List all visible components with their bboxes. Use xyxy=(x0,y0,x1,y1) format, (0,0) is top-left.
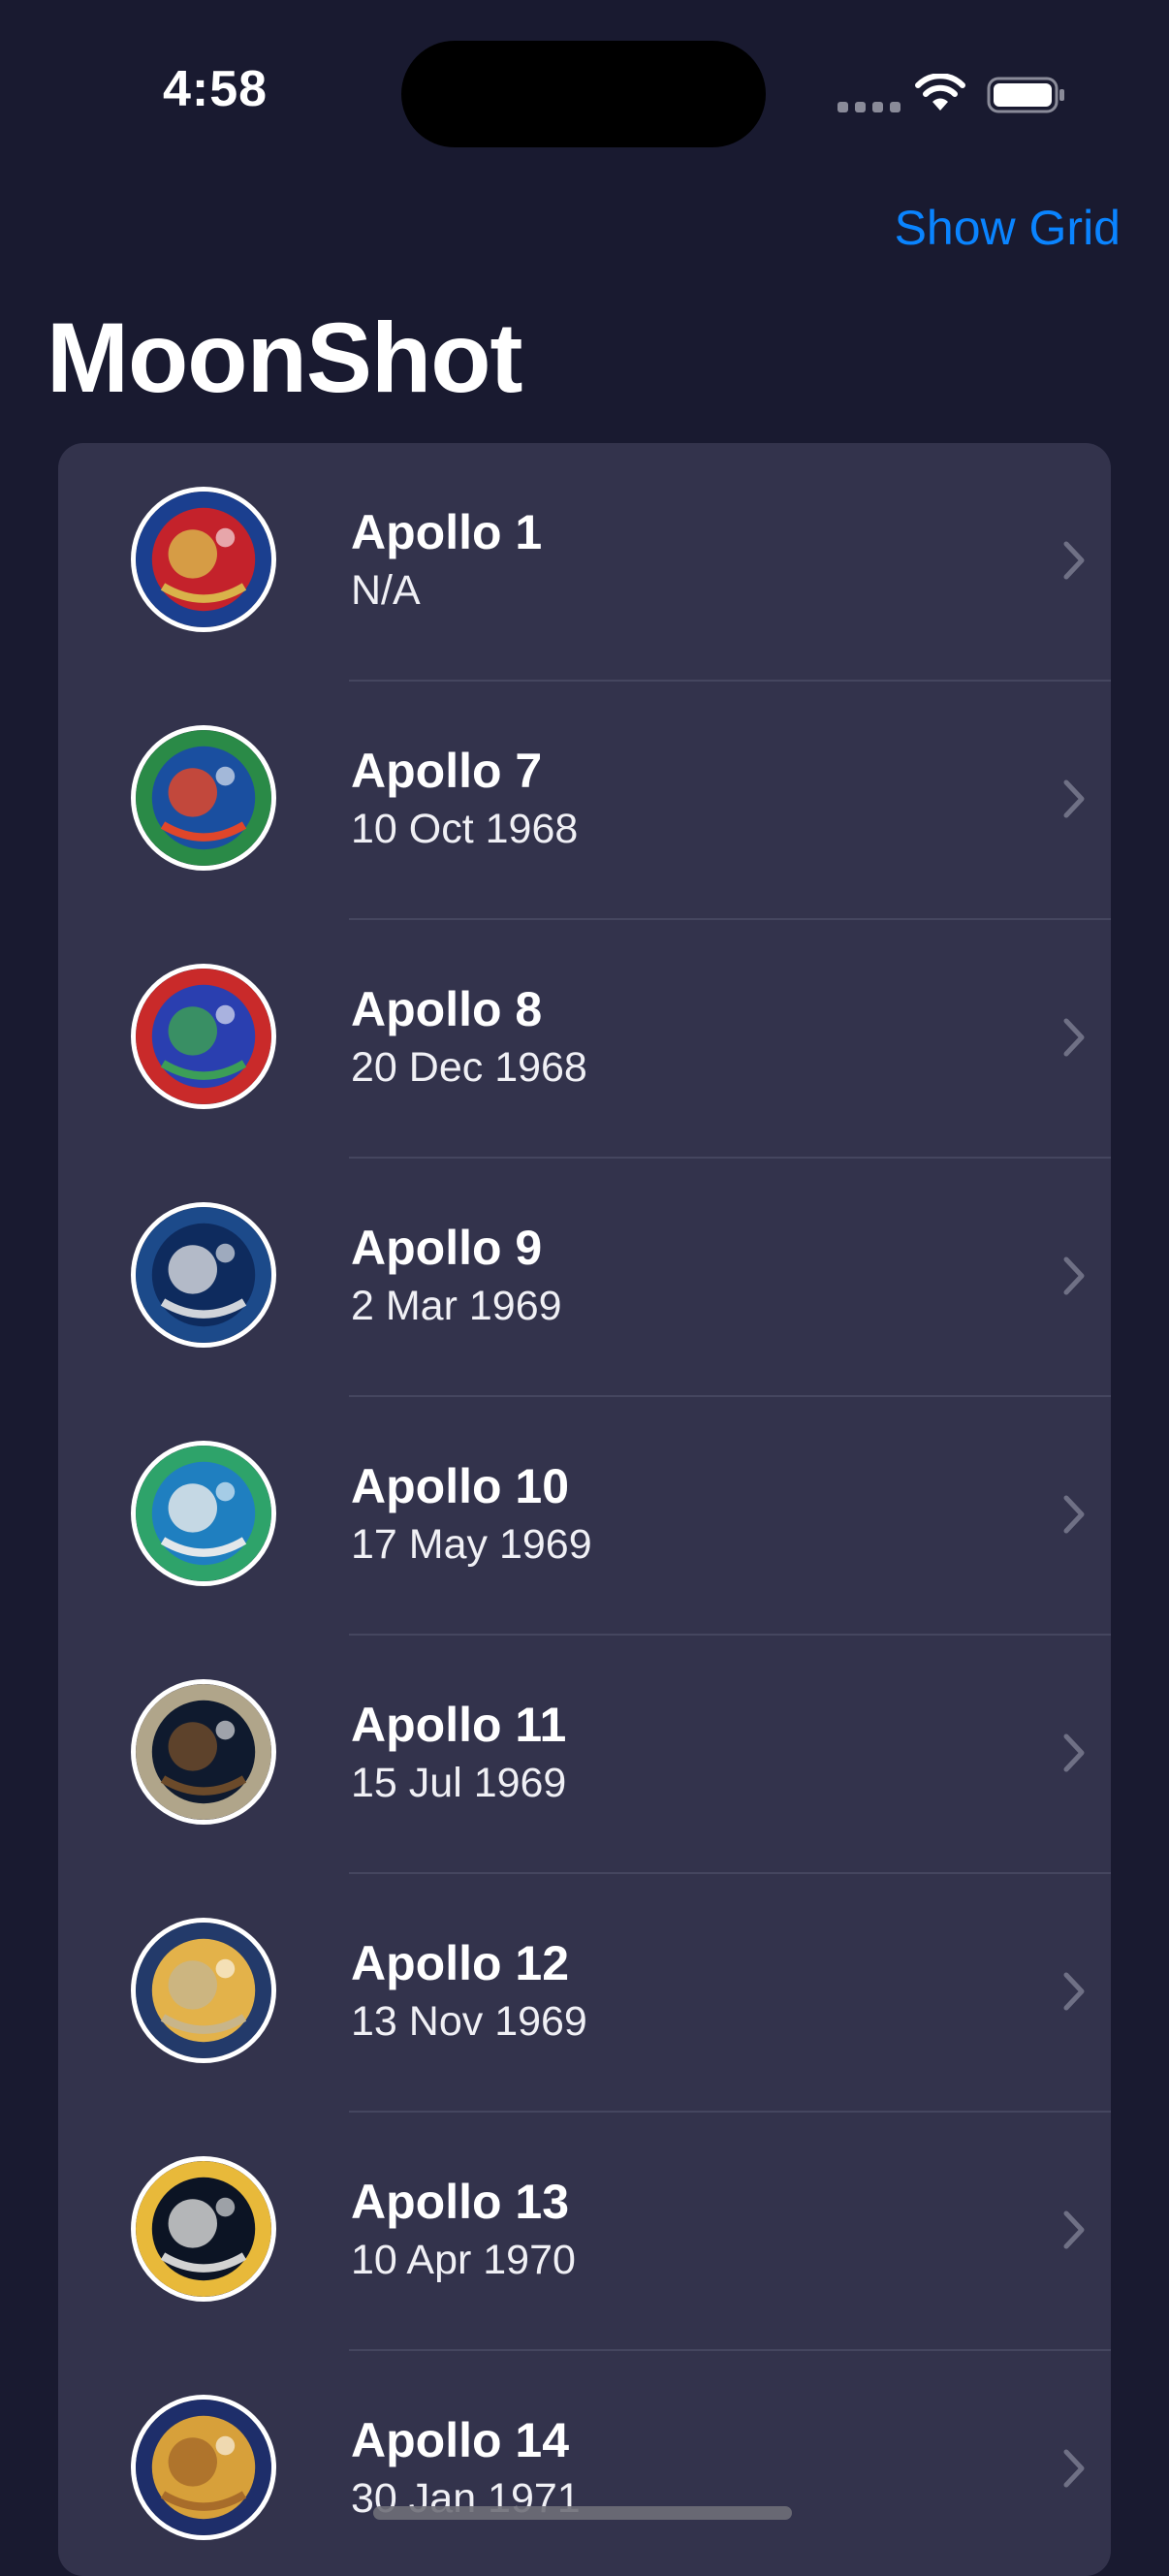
chevron-right-icon xyxy=(1063,2210,1085,2249)
chevron-right-icon xyxy=(1063,1972,1085,2011)
chevron-right-icon xyxy=(1063,541,1085,580)
mission-row[interactable]: Apollo 1 N/A xyxy=(58,443,1111,682)
chevron-right-icon xyxy=(1063,779,1085,818)
battery-icon xyxy=(987,77,1064,113)
mission-row[interactable]: Apollo 12 13 Nov 1969 xyxy=(58,1874,1111,2113)
chevron-right-icon xyxy=(1063,1733,1085,1772)
chevron-right-icon xyxy=(1063,1256,1085,1295)
mission-title: Apollo 7 xyxy=(351,744,543,798)
cellular-signal-icon xyxy=(837,102,900,112)
mission-badge-icon xyxy=(131,2395,276,2540)
status-bar: 4:58 xyxy=(0,0,1169,184)
mission-date: 17 May 1969 xyxy=(351,1521,592,1568)
mission-title: Apollo 13 xyxy=(351,2175,570,2229)
mission-row[interactable]: Apollo 11 15 Jul 1969 xyxy=(58,1636,1111,1874)
mission-date: 10 Apr 1970 xyxy=(351,2237,576,2283)
mission-title: Apollo 8 xyxy=(351,982,543,1036)
mission-badge-icon xyxy=(131,725,276,871)
mission-row[interactable]: Apollo 10 17 May 1969 xyxy=(58,1397,1111,1636)
mission-date: 15 Jul 1969 xyxy=(351,1760,567,1806)
status-time: 4:58 xyxy=(162,61,269,117)
mission-row[interactable]: Apollo 9 2 Mar 1969 xyxy=(58,1159,1111,1397)
mission-title: Apollo 11 xyxy=(351,1698,567,1752)
show-grid-button[interactable]: Show Grid xyxy=(895,200,1121,256)
mission-row[interactable]: Apollo 7 10 Oct 1968 xyxy=(58,682,1111,920)
mission-badge-icon xyxy=(131,1918,276,2063)
mission-date: 20 Dec 1968 xyxy=(351,1044,587,1091)
mission-title: Apollo 10 xyxy=(351,1459,570,1513)
mission-title: Apollo 9 xyxy=(351,1221,543,1275)
wifi-icon xyxy=(915,74,965,111)
mission-row[interactable]: Apollo 13 10 Apr 1970 xyxy=(58,2113,1111,2351)
dynamic-island xyxy=(401,41,766,147)
mission-badge-icon xyxy=(131,487,276,632)
mission-badge-icon xyxy=(131,1202,276,1348)
chevron-right-icon xyxy=(1063,1018,1085,1057)
mission-date: 2 Mar 1969 xyxy=(351,1283,562,1329)
chevron-right-icon xyxy=(1063,2449,1085,2488)
mission-date: 13 Nov 1969 xyxy=(351,1998,587,2045)
mission-date: N/A xyxy=(351,567,421,614)
mission-list: Apollo 1 N/A Apollo 7 10 Oct 1968 Apollo… xyxy=(58,443,1111,2576)
mission-title: Apollo 12 xyxy=(351,1936,570,1990)
mission-title: Apollo 1 xyxy=(351,505,543,559)
mission-date: 10 Oct 1968 xyxy=(351,806,579,852)
mission-badge-icon xyxy=(131,964,276,1109)
chevron-right-icon xyxy=(1063,1495,1085,1534)
home-indicator[interactable] xyxy=(373,2506,792,2520)
mission-title: Apollo 14 xyxy=(351,2413,570,2467)
mission-badge-icon xyxy=(131,2156,276,2302)
page-title: MoonShot xyxy=(47,302,522,413)
mission-badge-icon xyxy=(131,1441,276,1586)
mission-row[interactable]: Apollo 8 20 Dec 1968 xyxy=(58,920,1111,1159)
mission-badge-icon xyxy=(131,1679,276,1825)
mission-row[interactable]: Apollo 14 30 Jan 1971 xyxy=(58,2351,1111,2576)
